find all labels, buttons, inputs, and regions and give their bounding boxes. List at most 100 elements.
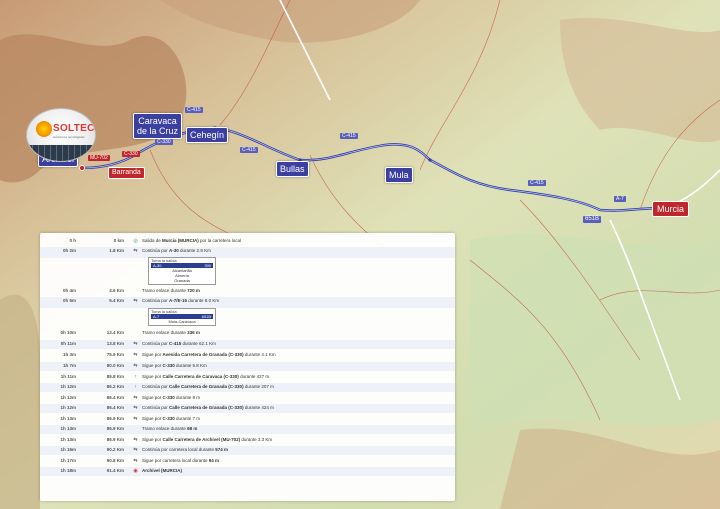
- itinerary-row[interactable]: 0h 5m 5.4 Km ⇆ Continúa por A-7/E-15 durant…: [40, 297, 455, 308]
- row-instruction: Continúa por A-30 durante 2.8 Km: [142, 248, 442, 254]
- instruction-text: Sigue por: [142, 416, 163, 421]
- row-time: 0h 2m: [62, 248, 76, 253]
- itinerary-row[interactable]: 1h 12m 86.4 Km ⇆ Sigue por C-330 durante 8 …: [40, 394, 455, 403]
- row-instruction: Continúa por carretera local durante 574…: [142, 447, 442, 453]
- row-distance: 0 km: [113, 238, 124, 243]
- turn-icon: ⇆: [133, 416, 138, 422]
- instruction-text: Salida de: [142, 238, 163, 243]
- itinerary-row[interactable]: 0 h 0 km ◎ Salida de Murcia (MURCIA) por la…: [40, 237, 455, 246]
- road-label-c415: C-415: [528, 180, 546, 186]
- town-label-mula[interactable]: Mula: [385, 167, 413, 183]
- instruction-duration: durante 427 m: [238, 374, 270, 379]
- instruction-text: Continúa por carretera local durante: [142, 447, 216, 452]
- soltec-logo: SOLTEC soluciones tecnológicas: [26, 108, 96, 162]
- itinerary-row[interactable]: 0h 10m 13.4 Km Tramo enlace durante 336 m: [40, 329, 455, 338]
- instruction-road: 574 m: [215, 447, 229, 452]
- row-distance: 86.2 Km: [106, 384, 124, 389]
- instruction-road: C-415: [169, 341, 182, 346]
- sign-destination: Granada: [174, 278, 190, 283]
- exit-sign-a7: Toma la salida A-7 651B Mula-Caravaca: [148, 308, 216, 326]
- instruction-duration: durante 8 m: [174, 395, 201, 400]
- instruction-duration: durante 4.1 Km: [243, 352, 276, 357]
- instruction-text: Sigue por: [142, 437, 163, 442]
- sign-road: A-30: [153, 263, 162, 268]
- town-label-cehegin[interactable]: Cehegín: [186, 127, 229, 143]
- row-time: 0 h: [69, 238, 76, 243]
- row-instruction: Sigue por carretera local durante 94 m: [142, 458, 442, 464]
- row-instruction: Sigue por C-330 durante 8 m: [142, 395, 442, 401]
- instruction-road: Calle Carretera de Archivel (MU-702): [162, 437, 241, 442]
- row-time: 0h 10m: [60, 330, 76, 335]
- itinerary-row[interactable]: 0h 2m 1.8 Km ⇆ Continúa por A-30 durante 2.…: [40, 247, 455, 258]
- itinerary-row[interactable]: 1h 13m 86.9 Km Tramo enlace durante 68 m: [40, 425, 455, 434]
- instruction-text: Sigue por: [142, 363, 163, 368]
- instruction-text: Tramo enlace durante: [142, 288, 188, 293]
- road-label-c330: C-330: [122, 151, 140, 157]
- itinerary-row[interactable]: 1h 13m 86.9 Km ⇆ Sigue por C-330 durante 7 …: [40, 415, 455, 424]
- row-instruction: Salida de Murcia (MURCIA) por la carrete…: [142, 238, 442, 244]
- instruction-road: C-330: [162, 416, 175, 421]
- instruction-duration: durante 207 m: [243, 384, 274, 389]
- itinerary-panel[interactable]: 0 h 0 km ◎ Salida de Murcia (MURCIA) por la…: [40, 233, 455, 501]
- instruction-road: C-330: [162, 395, 175, 400]
- row-distance: 13.4 Km: [106, 330, 124, 335]
- mula-dot: [428, 158, 432, 162]
- turn-icon: ⇆: [133, 352, 138, 358]
- instruction-road: Calle Carretera de Granada (C-330): [169, 405, 244, 410]
- instruction-road: 720 m: [187, 288, 200, 293]
- turn-icon: ⇆: [133, 405, 138, 411]
- row-time: 1h 12m: [60, 384, 76, 389]
- row-instruction: Tramo enlace durante 336 m: [142, 330, 442, 336]
- logo-brand: SOLTEC: [53, 123, 95, 134]
- sign-destination: Mula-Caravaca: [168, 319, 196, 324]
- itinerary-row[interactable]: 1h 3m 75.9 Km ⇆ Sigue por Avenida Carretera…: [40, 351, 455, 360]
- sign-exit: 651B: [201, 314, 211, 319]
- instruction-road: 94 m: [208, 458, 220, 463]
- itinerary-row[interactable]: 1h 7m 80.0 Km ⇆ Sigue por C-330 durante 5.8…: [40, 362, 455, 371]
- itinerary-row[interactable]: 1h 13m 86.9 Km ⇆ Sigue por Calle Carretera …: [40, 436, 455, 445]
- row-instruction: Continúa por Calle Carretera de Granada …: [142, 405, 442, 411]
- itinerary-row[interactable]: 1h 16m 90.2 Km ⇆ Continúa por carretera loc…: [40, 446, 455, 455]
- instruction-road: C-330: [162, 363, 175, 368]
- instruction-text: Continúa por: [142, 405, 170, 410]
- turn-icon: ⇆: [133, 298, 138, 304]
- itinerary-row[interactable]: 1h 18m 91.4 Km ◉ Archivel (MURCIA): [40, 467, 455, 476]
- itinerary-row[interactable]: 1h 11m 85.8 Km ↑ Sigue por Calle Carretera …: [40, 373, 455, 382]
- instruction-text: Continúa por: [142, 341, 170, 346]
- row-time: 0h 11m: [60, 341, 76, 346]
- road-label-c415: C-415: [340, 133, 358, 139]
- town-label-caravaca[interactable]: Caravaca de la Cruz: [133, 113, 183, 139]
- row-instruction: Continúa por C-415 durante 62.1 Km: [142, 341, 442, 347]
- instruction-duration: durante 3.3 Km: [240, 437, 273, 442]
- town-label-barranda[interactable]: Barranda: [108, 167, 145, 179]
- row-time: 1h 12m: [60, 395, 76, 400]
- row-time: 1h 3m: [62, 352, 76, 357]
- instruction-road: 68 m: [187, 426, 198, 431]
- itinerary-row[interactable]: 1h 17m 90.8 Km ⇆ Sigue por carretera local …: [40, 457, 455, 466]
- row-distance: 86.4 Km: [106, 395, 124, 400]
- row-distance: 86.4 Km: [106, 405, 124, 410]
- row-instruction: Tramo enlace durante 68 m: [142, 426, 442, 432]
- plains-east: [470, 234, 720, 430]
- turn-icon: ⇆: [133, 363, 138, 369]
- archivel-dot: [79, 165, 85, 171]
- itinerary-row[interactable]: 1h 12m 86.2 Km ↑ Continúa por Calle Carrete…: [40, 383, 455, 392]
- itinerary-row[interactable]: 1h 12m 86.4 Km ⇆ Continúa por Calle Carrete…: [40, 404, 455, 413]
- instruction-text: Sigue por: [142, 395, 163, 400]
- row-instruction: Tramo enlace durante 720 m: [142, 288, 442, 294]
- itinerary-row[interactable]: 0h 4m 4.6 Km Tramo enlace durante 720 m: [40, 287, 455, 296]
- sign-road: A-7: [153, 314, 160, 319]
- instruction-text: Sigue por carretera local durante: [142, 458, 209, 463]
- town-label-bullas[interactable]: Bullas: [276, 161, 309, 177]
- sign-exit: 390: [204, 263, 211, 268]
- instruction-text: Continúa por: [142, 384, 170, 389]
- instruction-duration: durante 62.1 Km: [181, 341, 216, 346]
- itinerary-row[interactable]: 0h 11m 13.8 Km ⇆ Continúa por C-415 durante…: [40, 340, 455, 349]
- sun-icon: [36, 121, 52, 137]
- destination-label-murcia[interactable]: Murcia: [652, 201, 690, 217]
- row-time: 1h 7m: [62, 363, 76, 368]
- instruction-road: Calle Carretera de Granada (C-330): [169, 384, 244, 389]
- row-time: 1h 12m: [60, 405, 76, 410]
- row-time: 0h 5m: [62, 298, 76, 303]
- mountains-south: [0, 294, 40, 509]
